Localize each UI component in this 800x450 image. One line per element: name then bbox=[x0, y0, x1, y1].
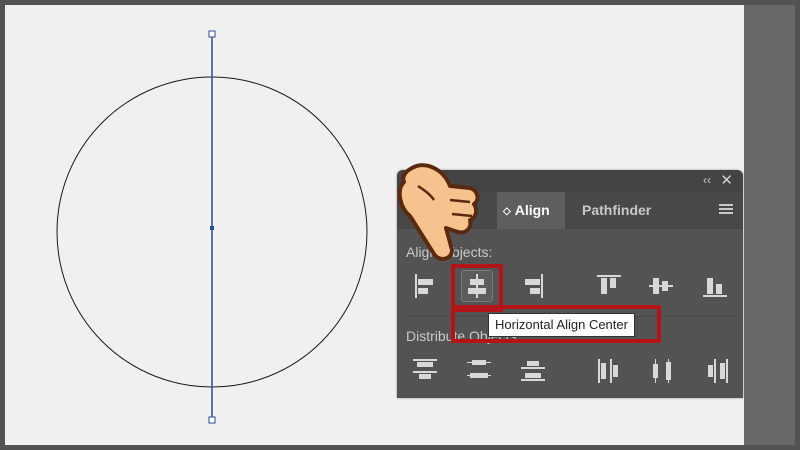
vertical-distribute-center-button[interactable] bbox=[463, 355, 495, 387]
panel-menu-icon[interactable] bbox=[719, 204, 733, 216]
horizontal-align-right-icon bbox=[525, 274, 543, 298]
tab-align[interactable]: ◇ Align bbox=[497, 192, 565, 229]
vertical-align-top-button[interactable] bbox=[593, 270, 625, 302]
vertical-align-bottom-button[interactable] bbox=[699, 270, 731, 302]
horizontal-distribute-center-icon bbox=[653, 359, 671, 383]
horizontal-distribute-left-icon bbox=[598, 359, 618, 383]
collapse-panel-icon[interactable]: ‹‹ bbox=[703, 173, 711, 187]
tooltip: Horizontal Align Center bbox=[488, 313, 635, 337]
vertical-distribute-bottom-icon bbox=[521, 361, 545, 381]
vertical-align-center-icon bbox=[649, 278, 673, 294]
vertical-align-bottom-icon bbox=[703, 278, 727, 297]
anchor-point-top[interactable] bbox=[208, 30, 216, 38]
tab-updown-icon: ◇ bbox=[503, 206, 511, 217]
vertical-distribute-bottom-button[interactable] bbox=[517, 355, 549, 387]
horizontal-align-right-button[interactable] bbox=[517, 270, 549, 302]
horizontal-distribute-left-button[interactable] bbox=[593, 355, 625, 387]
center-point bbox=[210, 226, 214, 230]
vertical-distribute-top-icon bbox=[413, 359, 437, 379]
anchor-point-bottom[interactable] bbox=[208, 416, 216, 424]
vertical-distribute-top-button[interactable] bbox=[409, 355, 441, 387]
tab-pathfinder-label: Pathfinder bbox=[582, 202, 652, 218]
horizontal-distribute-right-button[interactable] bbox=[701, 355, 733, 387]
horizontal-distribute-right-icon bbox=[708, 359, 728, 383]
vertical-distribute-center-icon bbox=[467, 360, 491, 378]
tab-pathfinder[interactable]: Pathfinder bbox=[572, 192, 661, 229]
close-icon[interactable]: ✕ bbox=[720, 171, 733, 189]
tab-align-label: Align bbox=[514, 202, 550, 218]
horizontal-align-left-button[interactable] bbox=[409, 270, 441, 302]
pointing-hand-icon bbox=[397, 163, 480, 261]
horizontal-align-left-icon bbox=[415, 274, 433, 298]
vertical-align-center-button[interactable] bbox=[645, 270, 677, 302]
vertical-align-top-icon bbox=[597, 275, 621, 294]
horizontal-distribute-center-button[interactable] bbox=[647, 355, 679, 387]
